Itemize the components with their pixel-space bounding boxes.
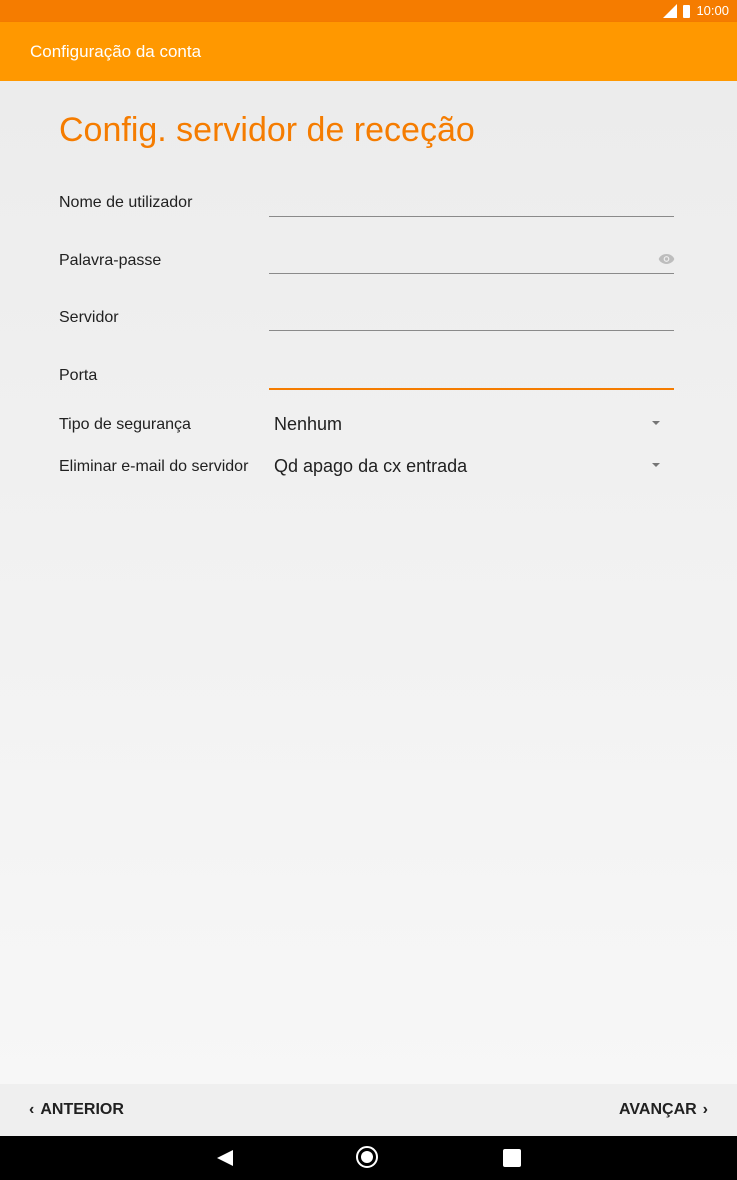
- status-icons: 10:00: [663, 3, 729, 19]
- server-settings-form: Config. servidor de receção Nome de util…: [0, 81, 737, 1084]
- username-label: Nome de utilizador: [59, 194, 193, 211]
- show-password-eye-icon[interactable]: [658, 253, 675, 265]
- status-time: 10:00: [696, 3, 729, 18]
- page-title: Config. servidor de receção: [59, 111, 475, 149]
- app-bar: Configuração da conta: [0, 22, 737, 81]
- status-bar: 10:00: [0, 0, 737, 22]
- back-icon[interactable]: [217, 1150, 233, 1166]
- battery-icon: [683, 4, 691, 18]
- previous-button[interactable]: ‹ ANTERIOR: [29, 1101, 124, 1119]
- dropdown-arrow-icon: [652, 421, 660, 425]
- port-input[interactable]: [269, 358, 674, 390]
- next-button[interactable]: AVANÇAR ›: [619, 1101, 708, 1119]
- chevron-right-icon: ›: [702, 1101, 708, 1118]
- system-navigation-bar: [0, 1136, 737, 1180]
- security-type-label: Tipo de segurança: [59, 416, 191, 433]
- previous-button-label: ANTERIOR: [40, 1101, 124, 1118]
- home-icon[interactable]: [356, 1146, 378, 1168]
- app-bar-title: Configuração da conta: [30, 42, 202, 61]
- security-type-value: Nenhum: [274, 414, 343, 434]
- delete-email-label: Eliminar e-mail do servidor: [59, 458, 249, 475]
- bottom-action-bar: ‹ ANTERIOR AVANÇAR ›: [0, 1084, 737, 1136]
- delete-email-value: Qd apago da cx entrada: [274, 456, 468, 476]
- server-input[interactable]: [269, 300, 674, 331]
- next-button-label: AVANÇAR: [619, 1101, 697, 1118]
- password-label: Palavra-passe: [59, 252, 162, 269]
- password-input[interactable]: [269, 243, 674, 274]
- chevron-left-icon: ‹: [29, 1101, 35, 1118]
- delete-email-select[interactable]: Qd apago da cx entrada: [269, 452, 674, 480]
- port-label: Porta: [59, 367, 98, 384]
- recents-icon[interactable]: [503, 1149, 521, 1167]
- security-type-select[interactable]: Nenhum: [269, 410, 674, 438]
- username-input[interactable]: [269, 186, 674, 217]
- server-label: Servidor: [59, 309, 119, 326]
- signal-icon: [663, 4, 678, 18]
- dropdown-arrow-icon: [652, 463, 660, 467]
